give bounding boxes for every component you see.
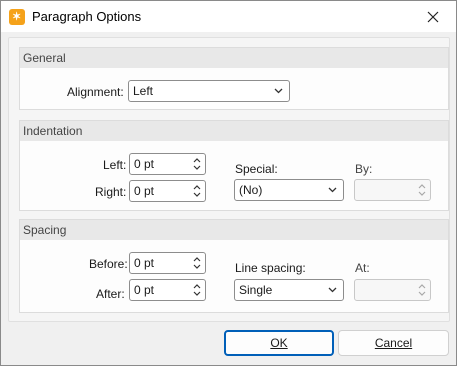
line-spacing-select[interactable]: Single	[234, 279, 344, 301]
before-spacing-spinner[interactable]: 0 pt	[129, 252, 206, 274]
spacing-header: Spacing	[20, 220, 448, 240]
line-spacing-label: Line spacing:	[235, 261, 306, 275]
at-label: At:	[355, 261, 370, 275]
dialog-title: Paragraph Options	[32, 9, 142, 24]
ok-button-label: OK	[270, 336, 288, 350]
cancel-button-label: Cancel	[374, 336, 413, 350]
close-icon	[427, 11, 439, 22]
right-indent-value: 0 pt	[134, 184, 155, 198]
spinner-arrows-icon	[193, 158, 201, 170]
after-spacing-label: After:	[96, 287, 125, 301]
paragraph-options-dialog: ✶ Paragraph Options General Indentation …	[0, 0, 457, 366]
at-spinner[interactable]	[354, 279, 431, 301]
close-button[interactable]	[410, 1, 456, 32]
alignment-label: Alignment:	[67, 85, 124, 99]
general-header: General	[20, 48, 448, 68]
spinner-arrows-icon	[193, 185, 201, 197]
by-spinner[interactable]	[354, 179, 431, 201]
after-spacing-spinner[interactable]: 0 pt	[129, 279, 206, 301]
after-spacing-value: 0 pt	[134, 283, 155, 297]
spinner-arrows-icon	[418, 184, 426, 196]
right-indent-label: Right:	[95, 185, 127, 199]
spinner-arrows-icon	[193, 257, 201, 269]
before-spacing-label: Before:	[89, 257, 128, 271]
special-select[interactable]: (No)	[234, 179, 344, 201]
chevron-down-icon	[274, 88, 283, 94]
left-indent-label: Left:	[103, 158, 127, 172]
indentation-header: Indentation	[20, 121, 448, 141]
right-indent-spinner[interactable]: 0 pt	[129, 180, 206, 202]
spinner-arrows-icon	[418, 284, 426, 296]
spinner-arrows-icon	[193, 284, 201, 296]
app-logo-icon: ✶	[9, 9, 25, 25]
by-label: By:	[355, 162, 373, 176]
cancel-button[interactable]: Cancel	[338, 330, 449, 356]
left-indent-spinner[interactable]: 0 pt	[129, 153, 206, 175]
special-label: Special:	[235, 162, 278, 176]
ok-button[interactable]: OK	[224, 330, 334, 356]
alignment-value: Left	[133, 84, 154, 98]
alignment-select[interactable]: Left	[128, 80, 290, 102]
left-indent-value: 0 pt	[134, 157, 155, 171]
line-spacing-value: Single	[239, 283, 273, 297]
title-bar: ✶ Paragraph Options	[1, 1, 456, 32]
special-value: (No)	[239, 183, 263, 197]
chevron-down-icon	[328, 287, 337, 293]
chevron-down-icon	[328, 187, 337, 193]
before-spacing-value: 0 pt	[134, 256, 155, 270]
